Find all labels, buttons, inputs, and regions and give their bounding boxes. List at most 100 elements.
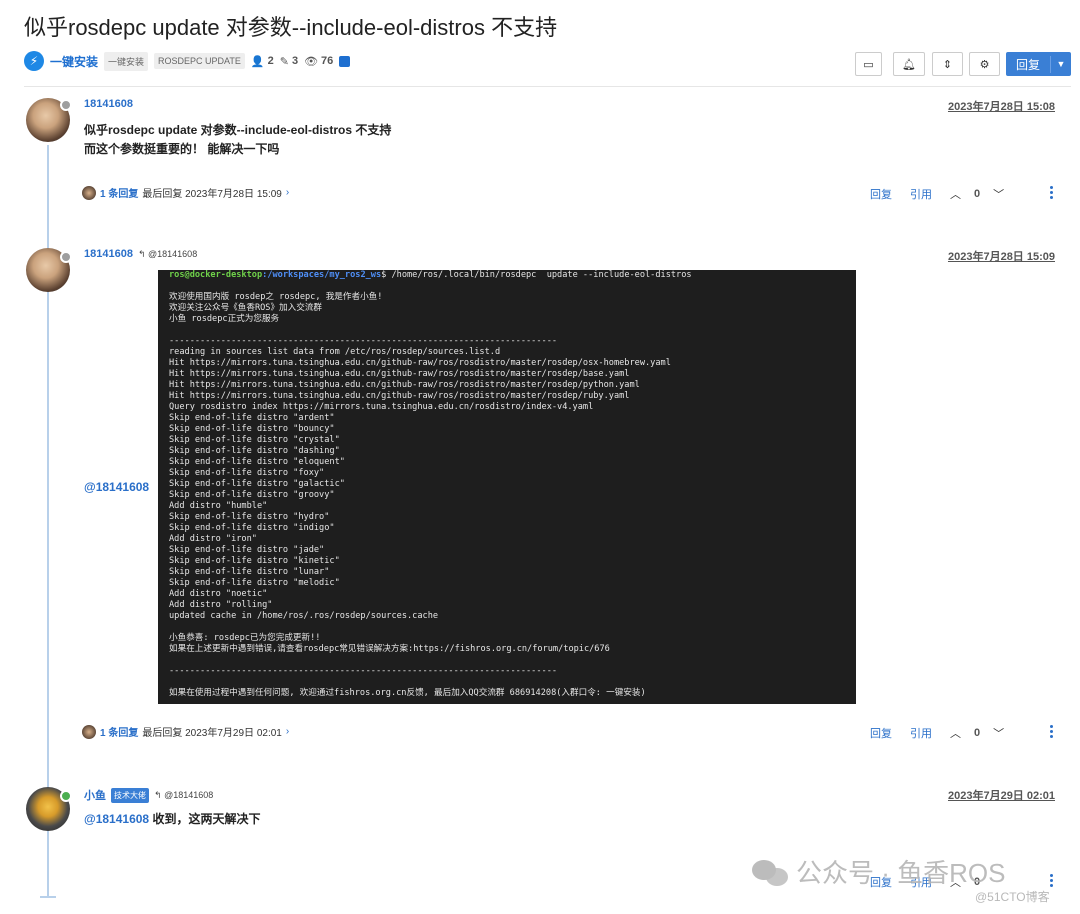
sort-button[interactable]: ⇕ [932,52,963,76]
quote-link[interactable]: 引用 [910,186,932,202]
tag-rosdepc-update[interactable]: ROSDEPC UPDATE [154,53,245,69]
terminal-line: Hit https://mirrors.tuna.tsinghua.edu.cn… [169,391,630,401]
lightning-icon: ⚡ [24,51,44,71]
views-stat: 👁 76 [304,55,334,68]
downvote-icon[interactable]: ﹀ [993,725,1004,741]
reply-to[interactable]: ↰ @18141608 [138,249,197,260]
user-mention[interactable]: @18141608 [84,478,149,497]
vote-count: 0 [974,188,981,200]
inbox-icon: ▭ [863,58,874,71]
terminal-line: Add distro "noetic" [169,589,268,599]
post-author[interactable]: 小鱼 技术大佬 ↰ @18141608 [84,787,213,803]
terminal-line: Hit https://mirrors.tuna.tsinghua.edu.cn… [169,369,630,379]
rss-icon[interactable] [339,55,351,67]
posts-stat: ✎ 3 [279,55,299,68]
terminal-line: Skip end-of-life distro "ardent" [169,413,335,423]
terminal-line: Add distro "iron" [169,534,257,544]
terminal-line: Skip end-of-life distro "hydro" [169,512,330,522]
reply-button[interactable]: 回复 ▼ [1006,52,1071,76]
terminal-line: Query rosdistro index https://mirrors.tu… [169,402,594,412]
caret-down-icon[interactable]: ▼ [1051,59,1071,69]
terminal-line: Skip end-of-life distro "dashing" [169,446,340,456]
terminal-line: Skip end-of-life distro "bouncy" [169,424,335,434]
terminal-line: Skip end-of-life distro "lunar" [169,567,330,577]
post-timestamp[interactable]: 2023年7月29日 02:01 [948,787,1055,803]
inbox-button[interactable]: ▭ [855,52,882,76]
wechat-icon [752,858,790,886]
watermark-corner: @51CTO博客 [975,890,1050,904]
timeline-end [40,896,56,898]
upvote-icon[interactable]: ︿ [950,725,961,741]
pencil-icon: ✎ [279,55,289,68]
terminal-line: 如果在上述更新中遇到错误,请查看rosdepc常见错误解决方案:https://… [169,644,610,654]
post-replies[interactable]: 1 条回复 最后回复 2023年7月29日 02:01 › [82,724,289,739]
posters-stat: 👤 2 [250,55,274,68]
terminal-line: 如果在使用过程中遇到任何问题, 欢迎通过fishros.org.cn反馈, 最后… [169,688,646,698]
terminal-line: ----------------------------------------… [169,666,558,676]
page-title: 似乎rosdepc update 对参数--include-eol-distro… [24,15,558,40]
status-offline [60,251,72,263]
tools-button[interactable]: ⚙ [969,52,1000,76]
terminal-line: Skip end-of-life distro "melodic" [169,578,340,588]
more-options-icon[interactable] [1050,186,1054,201]
chevron-right-icon: › [285,187,290,198]
post-actions: 回复 引用 ︿ 0 ﹀ [870,186,1004,202]
terminal-line: Add distro "rolling" [169,600,273,610]
terminal-line: Skip end-of-life distro "foxy" [169,468,325,478]
post-author[interactable]: 18141608 [84,98,133,110]
terminal-line: ----------------------------------------… [169,336,558,346]
post-author[interactable]: 18141608 ↰ @18141608 [84,248,197,260]
user-icon: 👤 [250,55,265,68]
more-options-icon[interactable] [1050,725,1054,740]
upvote-icon[interactable]: ︿ [950,186,961,202]
terminal-line: Skip end-of-life distro "indigo" [169,523,335,533]
topic-meta: ⚡ 一键安装 一键安装 ROSDEPC UPDATE 👤 2 ✎ 3 👁 76 [24,50,351,72]
reply-arrow-icon: ↰ [154,789,162,800]
status-online [60,790,72,802]
reply-button-label: 回复 [1006,55,1051,73]
status-offline [60,99,72,111]
terminal-prompt: ros@docker-desktop:/workspaces/my_ros2_w… [169,270,692,280]
post-timestamp[interactable]: 2023年7月28日 15:08 [948,98,1055,114]
terminal-line: updated cache in /home/ros/.ros/rosdep/s… [169,611,439,621]
post-replies[interactable]: 1 条回复 最后回复 2023年7月28日 15:09 › [82,185,289,200]
post-actions: 回复 引用 ︿ 0 ﹀ [870,725,1004,741]
post-body: 似乎rosdepc update 对参数--include-eol-distro… [84,123,392,156]
terminal-screenshot: ros@docker-desktop:/workspaces/my_ros2_w… [158,270,856,704]
bell-icon: 🔔︎ [902,58,916,71]
category-link[interactable]: 一键安装 [50,53,98,70]
gear-icon: ⚙ [979,58,990,71]
post-timestamp[interactable]: 2023年7月28日 15:09 [948,248,1055,264]
terminal-line: Hit https://mirrors.tuna.tsinghua.edu.cn… [169,380,640,390]
terminal-line: Skip end-of-life distro "jade" [169,545,325,555]
tag-yijiananzhuang[interactable]: 一键安装 [104,51,149,71]
divider [24,86,1071,87]
terminal-line: 小鱼 rosdepc正式为您服务 [169,314,280,324]
terminal-line: 欢迎关注公众号《鱼香ROS》加入交流群 [169,303,323,313]
eye-icon: 👁 [304,55,319,68]
watch-button[interactable]: 🔔︎ [893,52,925,76]
avatar [82,724,96,739]
more-options-icon[interactable] [1050,874,1054,889]
terminal-line: Skip end-of-life distro "galactic" [169,479,345,489]
reply-arrow-icon: ↰ [137,248,146,259]
terminal-line: reading in sources list data from /etc/r… [169,347,501,357]
reply-to[interactable]: ↰ @18141608 [154,790,213,801]
reply-link[interactable]: 回复 [870,186,892,202]
chevron-right-icon: › [285,726,290,737]
reply-link[interactable]: 回复 [870,725,892,741]
downvote-icon[interactable]: ﹀ [993,186,1004,202]
terminal-line: Skip end-of-life distro "eloquent" [169,457,345,467]
terminal-line: 欢迎使用国内版 rosdep之 rosdepc, 我是作者小鱼! [169,292,383,302]
post-body: @18141608 收到，这两天解决下 [84,812,261,826]
user-mention[interactable]: @18141608 [84,812,149,826]
terminal-line: Add distro "humble" [169,501,268,511]
role-badge: 技术大佬 [111,787,149,803]
quote-link[interactable]: 引用 [910,725,932,741]
vote-count: 0 [974,727,981,739]
